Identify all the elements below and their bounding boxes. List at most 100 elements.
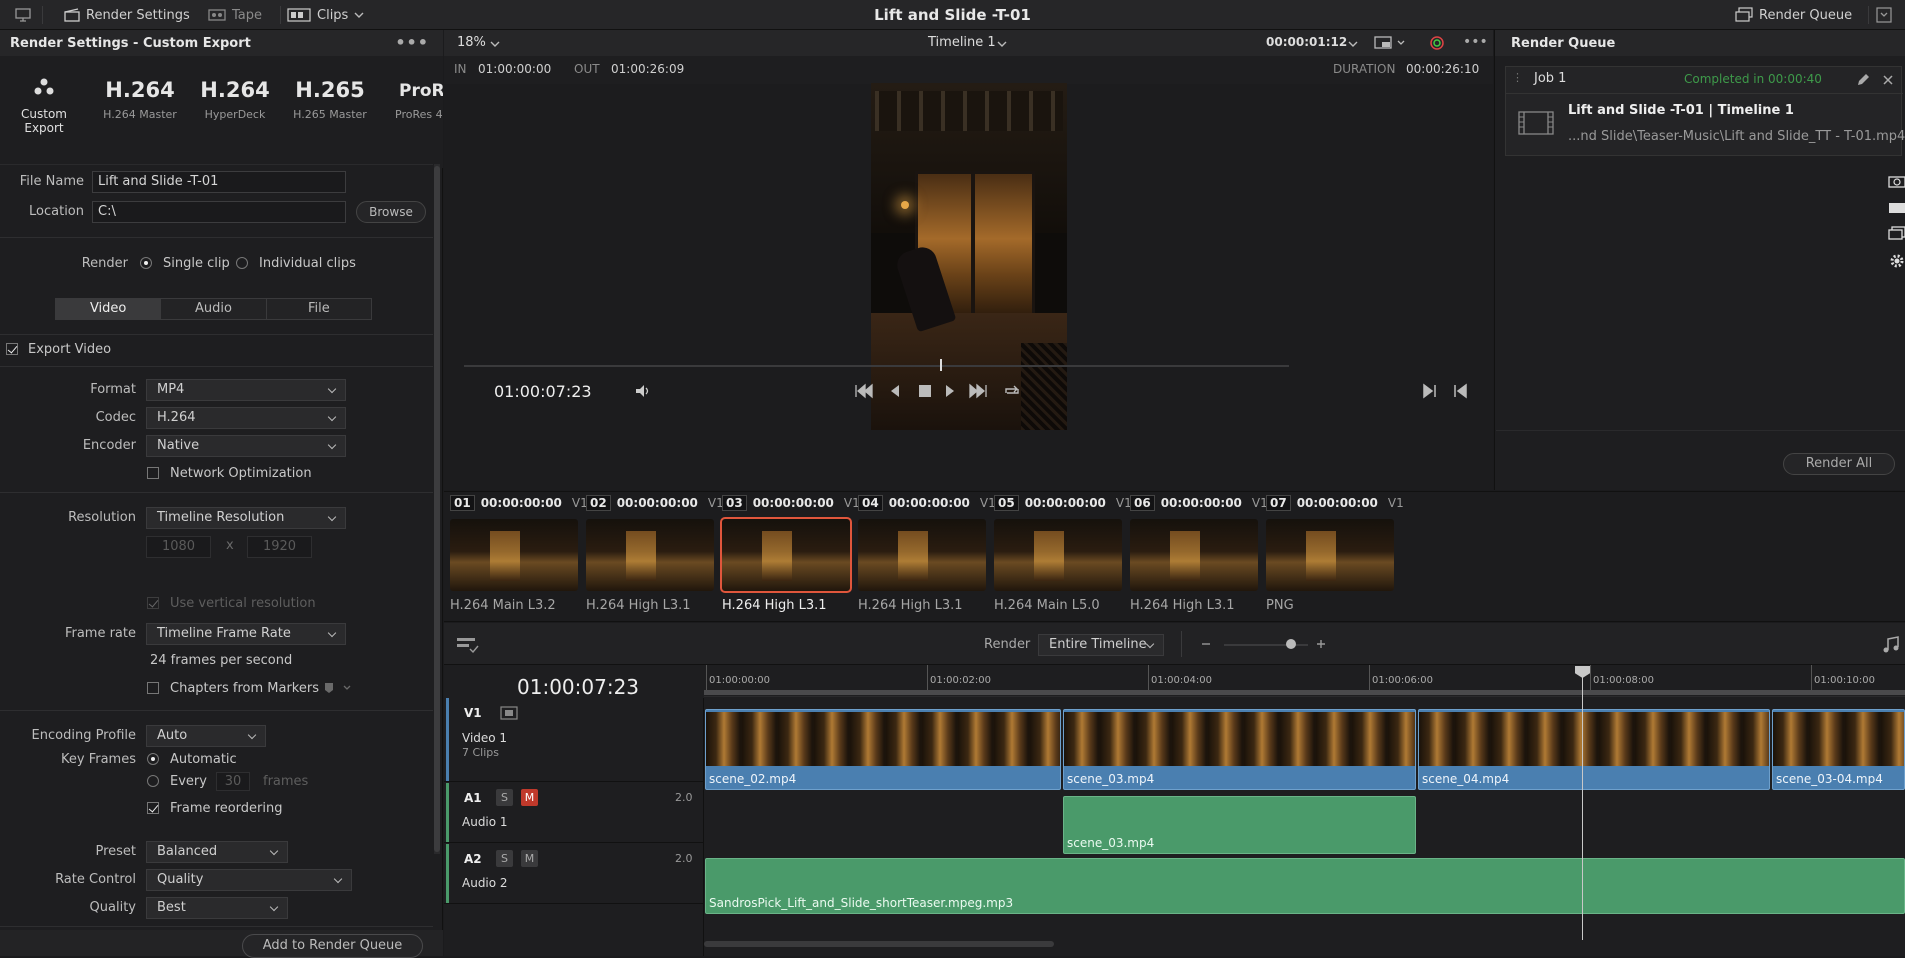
- network-optimization-checkbox[interactable]: [147, 467, 159, 479]
- window-menu-button[interactable]: [1876, 0, 1892, 30]
- export-video-checkbox[interactable]: [6, 343, 18, 355]
- track-header-v1[interactable]: V1 Video 1 7 Clips: [444, 698, 704, 782]
- use-vertical-checkbox[interactable]: [147, 597, 159, 609]
- loop-icon[interactable]: [1002, 383, 1022, 399]
- timeline-ruler[interactable]: 01:00:00:00 01:00:02:00 01:00:04:00 01:00:0…: [704, 665, 1905, 697]
- zoom-out-icon[interactable]: [1200, 638, 1212, 650]
- clip-thumbnail[interactable]: [858, 519, 986, 591]
- framerate-select[interactable]: Timeline Frame Rate: [146, 623, 346, 645]
- render-all-button[interactable]: Render All: [1783, 453, 1895, 475]
- clip-thumbnail[interactable]: [720, 517, 852, 593]
- timeline-playhead[interactable]: [1582, 672, 1583, 940]
- color-wheel-icon[interactable]: [1428, 35, 1446, 51]
- clip-thumbnail[interactable]: [994, 519, 1122, 591]
- clip-thumbnail[interactable]: [586, 519, 714, 591]
- keyframes-automatic-radio[interactable]: [147, 753, 159, 765]
- preset-h265-master[interactable]: H.265 H.265 Master: [290, 64, 370, 144]
- skip-to-start-icon[interactable]: [854, 383, 874, 399]
- tab-audio[interactable]: Audio: [160, 299, 265, 319]
- video-clip[interactable]: scene_03-04.mp4: [1772, 709, 1905, 790]
- chevron-down-icon[interactable]: [997, 40, 1007, 48]
- viewer-timecode[interactable]: 00:00:01:12: [1266, 35, 1347, 49]
- monitor-icon[interactable]: [14, 0, 32, 30]
- display-icon[interactable]: [1888, 202, 1905, 214]
- add-to-render-queue-button[interactable]: Add to Render Queue: [242, 934, 423, 958]
- audio-clip[interactable]: scene_03.mp4: [1063, 796, 1416, 854]
- browse-button[interactable]: Browse: [356, 201, 426, 223]
- film-icon[interactable]: [500, 706, 518, 720]
- resolution-select[interactable]: Timeline Resolution: [146, 507, 346, 529]
- render-job[interactable]: ⋮ Job 1 Completed in 00:00:40 Lift and S…: [1505, 66, 1905, 156]
- keyframes-every-radio[interactable]: [147, 775, 159, 787]
- viewer-mode-icon[interactable]: [1374, 35, 1408, 51]
- single-clip-radio[interactable]: [140, 257, 152, 269]
- track-header-a2[interactable]: A2 S M 2.0 Audio 2: [444, 844, 704, 904]
- stop-icon[interactable]: [918, 384, 932, 398]
- tape-toggle[interactable]: Tape: [208, 0, 262, 30]
- frame-reordering-checkbox[interactable]: [147, 802, 159, 814]
- camera-icon[interactable]: [1888, 174, 1905, 188]
- chapters-checkbox[interactable]: [147, 682, 159, 694]
- clips-toggle[interactable]: Clips: [287, 0, 364, 30]
- clip-thumbnail[interactable]: [450, 519, 578, 591]
- encoding-profile-select[interactable]: Auto: [146, 725, 266, 747]
- play-icon[interactable]: [944, 383, 956, 399]
- video-clip[interactable]: scene_02.mp4: [705, 709, 1061, 790]
- clip-thumbnail[interactable]: [1266, 519, 1394, 591]
- chevron-down-icon[interactable]: [490, 40, 500, 48]
- layers-icon[interactable]: [1888, 226, 1905, 240]
- render-queue-toggle[interactable]: Render Queue: [1735, 0, 1852, 30]
- audio-clip[interactable]: SandrosPick_Lift_and_Slide_shortTeaser.m…: [705, 858, 1905, 914]
- timeline-options-icon[interactable]: [456, 637, 480, 653]
- file-name-field[interactable]: Lift and Slide -T-01: [92, 171, 346, 193]
- timeline-name-select[interactable]: Timeline 1: [928, 35, 996, 50]
- zoom-in-icon[interactable]: [1315, 638, 1327, 650]
- skip-to-end-icon[interactable]: [968, 383, 988, 399]
- marker-color-icon[interactable]: [324, 682, 354, 694]
- preset-select[interactable]: Balanced: [146, 841, 288, 863]
- solo-button[interactable]: S: [496, 850, 513, 867]
- preset-custom-export[interactable]: Custom Export: [4, 64, 84, 144]
- more-options-icon[interactable]: •••: [395, 33, 429, 52]
- mute-button[interactable]: M: [521, 789, 538, 806]
- clip-thumbnail[interactable]: [1130, 519, 1258, 591]
- edit-icon[interactable]: [1856, 73, 1870, 87]
- volume-icon[interactable]: [634, 383, 652, 399]
- rate-control-select[interactable]: Quality: [146, 869, 352, 891]
- preset-hyperdeck[interactable]: H.264 HyperDeck: [195, 64, 275, 144]
- settings-scrollbar[interactable]: [434, 166, 440, 852]
- codec-select[interactable]: H.264: [146, 407, 346, 429]
- zoom-slider-handle[interactable]: [1286, 639, 1296, 649]
- music-note-icon[interactable]: [1882, 636, 1900, 654]
- preset-prores[interactable]: ProRe ProRes 422: [385, 64, 443, 144]
- quality-select[interactable]: Best: [146, 897, 288, 919]
- preset-h264-master[interactable]: H.264 H.264 Master: [100, 64, 180, 144]
- drag-handle-icon[interactable]: ⋮: [1512, 71, 1523, 84]
- viewer-options-icon[interactable]: •••: [1463, 34, 1488, 50]
- tab-file[interactable]: File: [265, 299, 371, 319]
- location-field[interactable]: C:\: [92, 201, 346, 223]
- track-header-a1[interactable]: A1 S M 2.0 Audio 1: [444, 783, 704, 843]
- format-select[interactable]: MP4: [146, 379, 346, 401]
- encoder-select[interactable]: Native: [146, 435, 346, 457]
- prev-clip-icon[interactable]: [1452, 383, 1468, 399]
- resolution-height-field[interactable]: 1920: [247, 536, 312, 558]
- video-clip[interactable]: scene_04.mp4: [1418, 709, 1770, 790]
- mute-button[interactable]: M: [521, 850, 538, 867]
- individual-clips-radio[interactable]: [236, 257, 248, 269]
- render-range-select[interactable]: Entire Timeline: [1038, 634, 1164, 656]
- video-clip[interactable]: scene_03.mp4: [1063, 709, 1416, 790]
- viewer-scrubber[interactable]: [464, 365, 1289, 367]
- next-clip-icon[interactable]: [1422, 383, 1438, 399]
- tab-video[interactable]: Video: [56, 299, 161, 319]
- zoom-select[interactable]: 18%: [457, 35, 486, 50]
- keyframes-every-field[interactable]: 30: [216, 772, 250, 791]
- gear-icon[interactable]: [1888, 252, 1905, 270]
- resolution-width-field[interactable]: 1080: [146, 536, 211, 558]
- render-settings-toggle[interactable]: Render Settings: [64, 0, 190, 30]
- play-reverse-icon[interactable]: [889, 383, 901, 399]
- timeline-scrollbar[interactable]: [704, 941, 1054, 947]
- close-icon[interactable]: [1882, 74, 1894, 86]
- scrubber-playhead[interactable]: [940, 359, 942, 371]
- chevron-down-icon[interactable]: [1348, 40, 1358, 48]
